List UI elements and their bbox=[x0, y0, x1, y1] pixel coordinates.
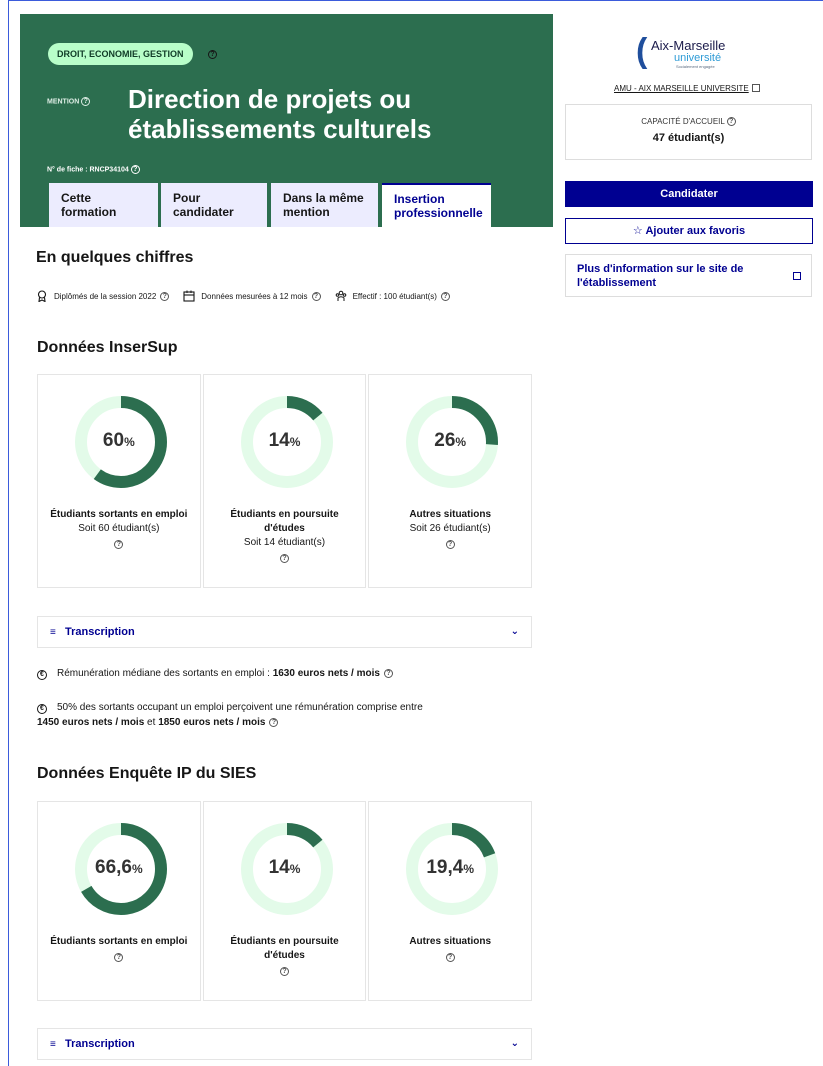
institution-info-link[interactable]: Plus d'information sur le site de l'étab… bbox=[565, 254, 812, 297]
stat-card: 66,6% Étudiants sortants en emploi? bbox=[37, 801, 201, 1001]
help-icon[interactable]: ? bbox=[160, 291, 170, 301]
star-icon: ☆ bbox=[632, 225, 643, 237]
section-title-sies: Données Enquête IP du SIES bbox=[37, 765, 257, 782]
key-facts: Diplômés de la session 2022? Données mes… bbox=[36, 288, 464, 304]
help-icon[interactable]: ? bbox=[269, 717, 279, 727]
award-icon bbox=[37, 290, 47, 302]
tab-meme-mention[interactable]: Dans la même mention bbox=[271, 183, 378, 227]
help-icon[interactable]: ? bbox=[311, 291, 321, 301]
stat-card: 14% Étudiants en poursuite d'études Soit … bbox=[202, 374, 367, 588]
section-title-chiffres: En quelques chiffres bbox=[36, 249, 194, 266]
stat-label: Étudiants sortants en emploi? bbox=[50, 936, 188, 962]
tab-pour-candidater[interactable]: Pour candidater bbox=[161, 183, 267, 227]
median-salary: € Rémunération médiane des sortants en em… bbox=[37, 666, 393, 681]
salary-range: €50% des sortants occupant un emploi per… bbox=[37, 702, 423, 728]
domain-pill: DROIT, ECONOMIE, GESTION bbox=[48, 43, 193, 65]
external-link-icon bbox=[793, 272, 801, 280]
help-icon[interactable]: ? bbox=[280, 554, 289, 563]
stat-value: 66,6% bbox=[95, 857, 143, 878]
fact-effectif: Effectif : 100 étudiant(s)? bbox=[335, 290, 450, 302]
help-icon[interactable]: ? bbox=[114, 540, 124, 549]
calendar-icon bbox=[183, 290, 195, 302]
university-link[interactable]: AMU - AIX MARSEILLE UNIVERSITE bbox=[614, 83, 760, 93]
help-icon[interactable]: ? bbox=[114, 953, 124, 962]
help-icon[interactable]: ? bbox=[440, 291, 450, 301]
capacity-label: CAPACITÉ D'ACCUEIL bbox=[641, 117, 725, 126]
list-icon: ≡ bbox=[50, 627, 56, 638]
help-icon[interactable]: ? bbox=[445, 540, 455, 549]
help-icon[interactable]: ? bbox=[81, 97, 91, 106]
stat-label: Étudiants en poursuite d'études? bbox=[230, 936, 339, 976]
stat-card: 19,4% Autres situations? bbox=[368, 801, 533, 1001]
stat-value: 14% bbox=[268, 857, 301, 878]
chevron-down-icon: ⌄ bbox=[510, 1038, 519, 1049]
help-icon[interactable]: ? bbox=[130, 165, 140, 174]
help-icon[interactable]: ? bbox=[208, 50, 217, 59]
list-icon: ≡ bbox=[50, 1039, 56, 1050]
euro-icon: € bbox=[37, 704, 47, 714]
insersup-cards: 60% Étudiants sortants en emploi Soit 60 … bbox=[37, 374, 533, 588]
stat-value: 19,4% bbox=[426, 857, 474, 878]
capacity-value: 47 étudiant(s) bbox=[652, 132, 725, 145]
fact-measure: Données mesurées à 12 mois? bbox=[183, 290, 321, 302]
help-icon[interactable]: ? bbox=[445, 953, 455, 962]
university-logo: ( Aix-Marseille université Socialement e… bbox=[636, 32, 726, 70]
stat-label: Autres situations? bbox=[409, 936, 492, 962]
stat-label: Autres situations Soit 26 étudiant(s)? bbox=[409, 509, 492, 549]
stat-card: 14% Étudiants en poursuite d'études? bbox=[202, 801, 367, 1001]
fiche-number: N° de fiche : RNCP34104 ? bbox=[47, 165, 140, 174]
group-icon bbox=[335, 290, 346, 301]
stat-card: 26% Autres situations Soit 26 étudiant(s)… bbox=[368, 374, 533, 588]
apply-button[interactable]: Candidater bbox=[565, 181, 813, 207]
stat-label: Étudiants sortants en emploi Soit 60 étud… bbox=[50, 509, 188, 549]
tab-insertion-pro[interactable]: Insertion professionnelle bbox=[382, 183, 491, 227]
mention-label: MENTION ? bbox=[47, 97, 91, 106]
tab-cette-formation[interactable]: Cette formation bbox=[49, 183, 158, 227]
help-icon[interactable]: ? bbox=[280, 967, 289, 976]
sies-cards: 66,6% Étudiants sortants en emploi? 14% … bbox=[37, 801, 533, 1001]
help-icon[interactable]: ? bbox=[726, 117, 736, 127]
capacity-box: CAPACITÉ D'ACCUEIL ? 47 étudiant(s) bbox=[565, 104, 812, 160]
add-favorite-button[interactable]: ☆ Ajouter aux favoris bbox=[565, 218, 813, 244]
stat-value: 60% bbox=[102, 430, 135, 451]
transcription-accordion[interactable]: ≡ Transcription ⌄ bbox=[37, 1028, 532, 1060]
stat-value: 14% bbox=[268, 430, 301, 451]
euro-icon: € bbox=[37, 670, 47, 680]
transcription-accordion[interactable]: ≡ Transcription ⌄ bbox=[37, 616, 532, 648]
fact-session: Diplômés de la session 2022? bbox=[36, 290, 170, 302]
page-title: Direction de projets ou établissements c… bbox=[128, 84, 432, 144]
section-title-insersup: Données InserSup bbox=[37, 339, 178, 356]
stat-value: 26% bbox=[434, 430, 467, 451]
stat-card: 60% Étudiants sortants en emploi Soit 60 … bbox=[37, 374, 201, 588]
chevron-down-icon: ⌄ bbox=[510, 626, 519, 637]
help-icon[interactable]: ? bbox=[383, 668, 393, 678]
stat-label: Étudiants en poursuite d'études Soit 14 é… bbox=[230, 509, 339, 563]
external-link-icon bbox=[751, 84, 760, 92]
